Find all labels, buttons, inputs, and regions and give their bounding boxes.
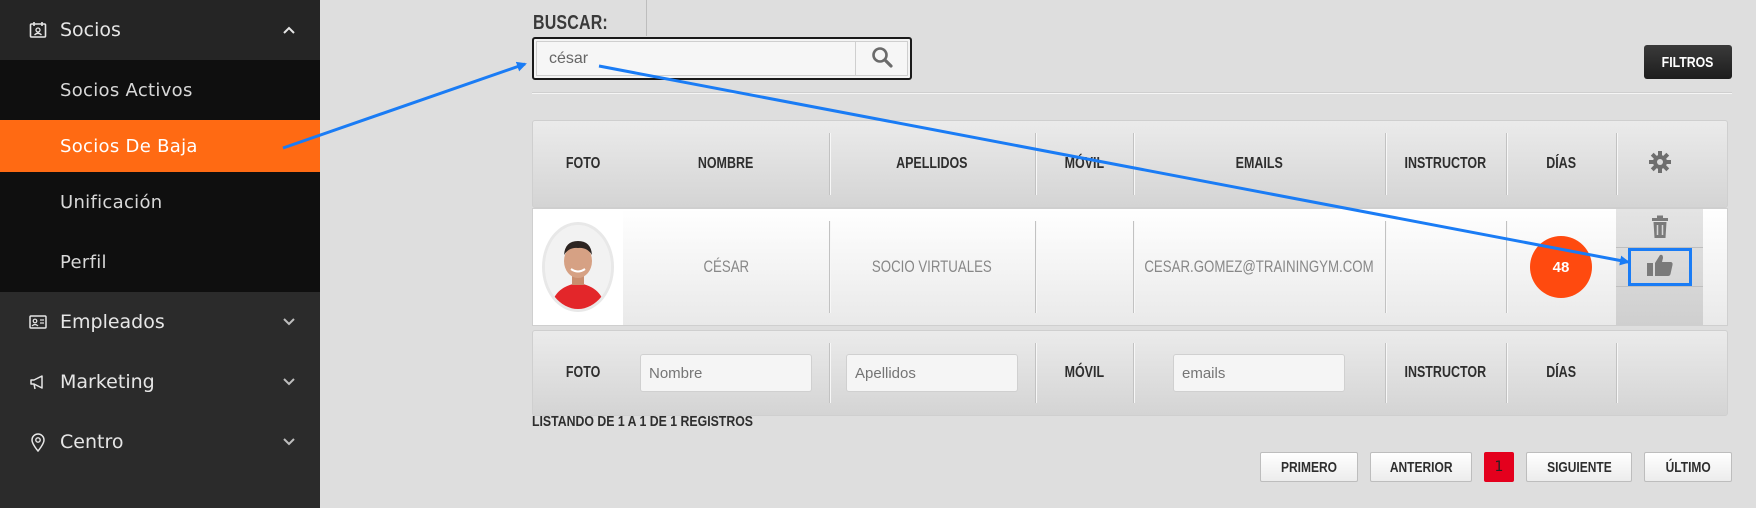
- col-header-nombre[interactable]: NOMBRE: [623, 121, 829, 207]
- last-page-label: ÚLTIMO: [1665, 458, 1711, 476]
- avatar: [542, 222, 614, 312]
- sidebar-item-perfil[interactable]: Perfil: [0, 232, 320, 292]
- footer-dias: DÍAS: [1506, 331, 1616, 415]
- divider: [1616, 286, 1703, 287]
- sidebar-section-label: Marketing: [60, 371, 155, 393]
- table-header: FOTO NOMBRE APELLIDOS MÓVIL EMAILS INSTR…: [532, 120, 1728, 208]
- footer-movil: MÓVIL: [1035, 331, 1133, 415]
- members-table: FOTO NOMBRE APELLIDOS MÓVIL EMAILS INSTR…: [532, 120, 1728, 416]
- search-button[interactable]: [855, 42, 907, 75]
- thumbs-up-icon: [1646, 253, 1674, 282]
- sidebar-section-centro[interactable]: Centro: [0, 412, 320, 472]
- footer-nombre-cell: [623, 331, 829, 415]
- sidebar-section-empleados[interactable]: Empleados: [0, 292, 320, 352]
- cell-apellidos: SOCIO VIRTUALES: [829, 209, 1035, 325]
- sidebar-item-unificacion[interactable]: Unificación: [0, 172, 320, 232]
- search-icon: [871, 46, 893, 72]
- sidebar: Socios Socios Activos Socios De Baja Uni…: [0, 0, 320, 508]
- cell-email: CESAR.GOMEZ@TRAININGYM.COM: [1133, 209, 1385, 325]
- trash-icon[interactable]: [1650, 215, 1670, 244]
- prev-page-label: ANTERIOR: [1389, 458, 1453, 476]
- sidebar-section-socios[interactable]: Socios: [0, 0, 320, 60]
- gear-icon: [1648, 150, 1672, 179]
- search-inner: [536, 41, 908, 76]
- main-content: BUSCAR: FILTROS FOTO NOMBRE APELLIDOS MÓ…: [320, 0, 1756, 508]
- search-label: BUSCAR:: [533, 12, 608, 34]
- first-page-button[interactable]: PRIMERO: [1260, 452, 1358, 482]
- filters-button[interactable]: FILTROS: [1644, 45, 1732, 79]
- row-actions: [1616, 209, 1703, 325]
- socios-submenu: Socios Activos Socios De Baja Unificació…: [0, 60, 320, 292]
- col-header-emails[interactable]: EMAILS: [1133, 121, 1385, 207]
- megaphone-icon: [28, 372, 48, 392]
- chevron-up-icon: [282, 23, 296, 37]
- reactivate-button[interactable]: [1628, 248, 1692, 286]
- search-box: [532, 37, 912, 80]
- sidebar-section-label: Socios: [60, 19, 121, 41]
- table-footer-filters: FOTO MÓVIL INSTRUCTOR DÍAS: [532, 330, 1728, 416]
- divider: [532, 92, 1732, 94]
- current-page[interactable]: 1: [1484, 452, 1514, 482]
- photo-cell: [533, 209, 623, 325]
- cell-instructor: [1385, 209, 1506, 325]
- days-badge: 48: [1530, 236, 1592, 298]
- emails-filter-input[interactable]: [1173, 354, 1345, 392]
- next-page-label: SIGUIENTE: [1546, 458, 1612, 476]
- cell-dias: 48: [1506, 209, 1616, 325]
- footer-instructor: INSTRUCTOR: [1385, 331, 1506, 415]
- first-page-label: PRIMERO: [1280, 458, 1337, 476]
- footer-apellidos-cell: [829, 331, 1035, 415]
- sidebar-section-marketing[interactable]: Marketing: [0, 352, 320, 412]
- search-input[interactable]: [537, 42, 857, 75]
- footer-actions: [1616, 331, 1703, 415]
- chevron-down-icon: [282, 435, 296, 449]
- footer-emails-cell: [1133, 331, 1385, 415]
- col-header-apellidos[interactable]: APELLIDOS: [829, 121, 1035, 207]
- next-page-button[interactable]: SIGUIENTE: [1526, 452, 1632, 482]
- sidebar-item-socios-activos[interactable]: Socios Activos: [0, 60, 320, 120]
- column-settings-button[interactable]: [1616, 121, 1703, 207]
- footer-foto: FOTO: [565, 364, 601, 381]
- pagination: PRIMERO ANTERIOR 1 SIGUIENTE ÚLTIMO: [1248, 452, 1732, 482]
- col-header-movil[interactable]: MÓVIL: [1035, 121, 1133, 207]
- location-pin-icon: [28, 432, 48, 452]
- filters-label: FILTROS: [1662, 53, 1714, 71]
- sidebar-section-label: Centro: [60, 431, 124, 453]
- sidebar-section-label: Empleados: [60, 311, 165, 333]
- prev-page-button[interactable]: ANTERIOR: [1370, 452, 1472, 482]
- apellidos-filter-input[interactable]: [846, 354, 1018, 392]
- chevron-down-icon: [282, 315, 296, 329]
- col-header-foto[interactable]: FOTO: [533, 121, 623, 207]
- table-row[interactable]: CÉSAR SOCIO VIRTUALES CESAR.GOMEZ@TRAINI…: [532, 208, 1728, 326]
- cell-movil: [1035, 209, 1133, 325]
- col-header-instructor[interactable]: INSTRUCTOR: [1385, 121, 1506, 207]
- cell-nombre: CÉSAR: [703, 257, 749, 276]
- last-page-button[interactable]: ÚLTIMO: [1644, 452, 1732, 482]
- listing-info: LISTANDO DE 1 A 1 DE 1 REGISTROS: [532, 413, 753, 430]
- calendar-user-icon: [28, 20, 48, 40]
- nombre-filter-input[interactable]: [640, 354, 812, 392]
- chevron-down-icon: [282, 375, 296, 389]
- id-card-icon: [28, 312, 48, 332]
- divider: [646, 0, 647, 36]
- col-header-dias[interactable]: DÍAS: [1506, 121, 1616, 207]
- sidebar-item-socios-de-baja[interactable]: Socios De Baja: [0, 120, 320, 172]
